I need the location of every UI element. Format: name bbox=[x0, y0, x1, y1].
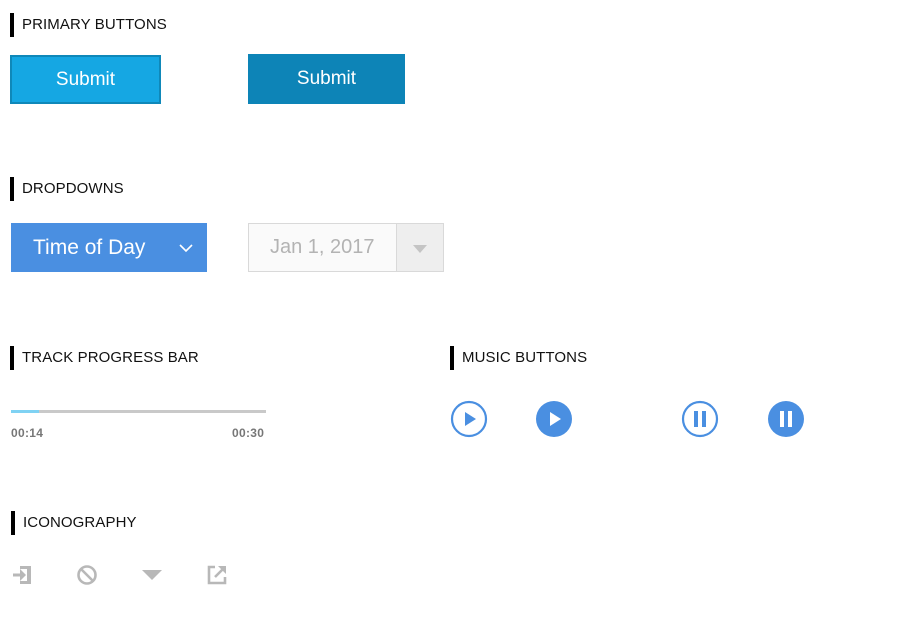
logout-icon[interactable] bbox=[11, 564, 33, 586]
section-title-track-progress-bar: TRACK PROGRESS BAR bbox=[10, 346, 199, 370]
track-progress-bar[interactable] bbox=[11, 410, 266, 413]
section-title-primary-buttons: PRIMARY BUTTONS bbox=[10, 13, 167, 37]
section-title-dropdowns: DROPDOWNS bbox=[10, 177, 124, 201]
chevron-down-icon bbox=[179, 244, 193, 253]
time-of-day-dropdown[interactable]: Time of Day bbox=[11, 223, 207, 272]
pause-outline-icon[interactable] bbox=[681, 400, 719, 438]
total-time: 00:30 bbox=[232, 426, 265, 440]
submit-button[interactable]: Submit bbox=[10, 55, 161, 104]
date-dropdown-toggle[interactable] bbox=[397, 224, 443, 271]
date-dropdown-value: Jan 1, 2017 bbox=[270, 236, 375, 258]
caret-down-icon bbox=[413, 245, 427, 253]
caret-down-icon[interactable] bbox=[141, 564, 163, 586]
time-of-day-dropdown-value: Time of Day bbox=[33, 236, 146, 259]
play-filled-icon[interactable] bbox=[535, 400, 573, 438]
play-outline-icon[interactable] bbox=[450, 400, 488, 438]
submit-button-hover[interactable]: Submit bbox=[248, 54, 405, 104]
section-title-iconography: ICONOGRAPHY bbox=[11, 511, 137, 535]
external-link-icon[interactable] bbox=[206, 564, 228, 586]
track-progress-fill bbox=[11, 410, 40, 413]
date-dropdown[interactable]: Jan 1, 2017 bbox=[248, 223, 444, 272]
pause-filled-icon[interactable] bbox=[767, 400, 805, 438]
block-icon[interactable] bbox=[76, 564, 98, 586]
section-title-music-buttons: MUSIC BUTTONS bbox=[450, 346, 587, 370]
current-time: 00:14 bbox=[11, 426, 44, 440]
